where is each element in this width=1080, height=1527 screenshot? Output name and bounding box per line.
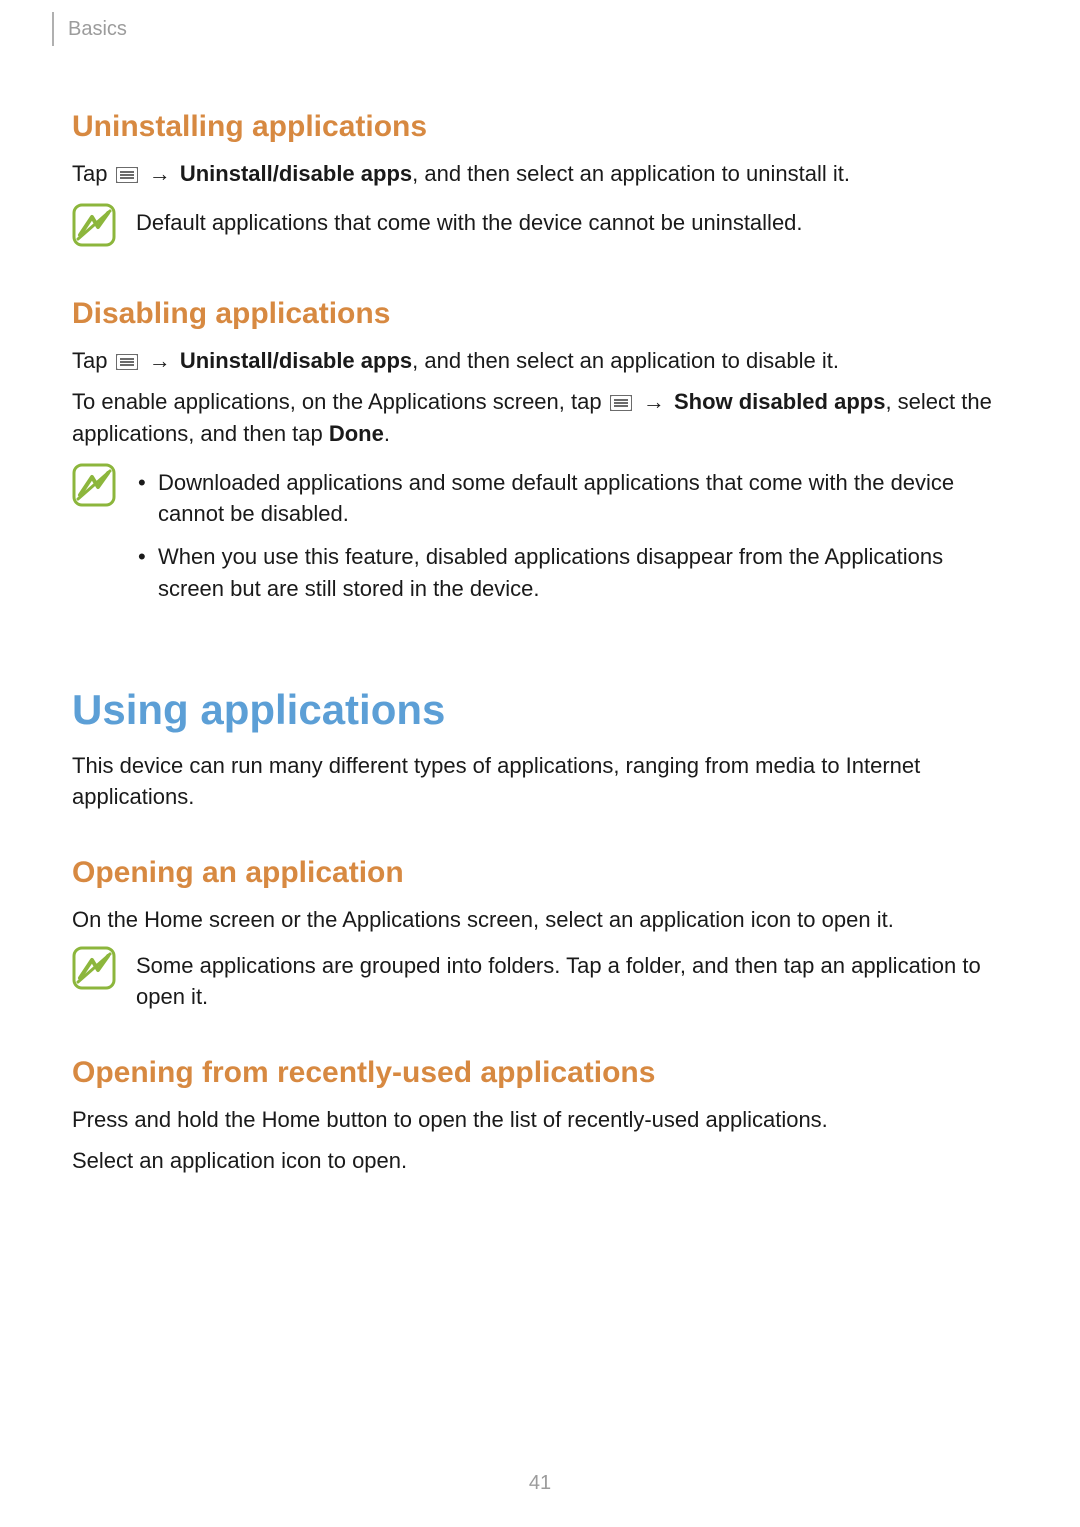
opening-body: On the Home screen or the Applications s… (72, 904, 1008, 935)
page-number: 41 (0, 1472, 1080, 1495)
note-icon (72, 463, 116, 507)
note-text-group: Downloaded applications and some default… (136, 463, 1008, 616)
recent-line1: Press and hold the Home button to open t… (72, 1104, 1008, 1135)
text-fragment: , and then select an application to unin… (412, 161, 850, 186)
page-content: Uninstalling applications Tap → Uninstal… (72, 110, 1008, 1177)
text-fragment: Tap (72, 161, 114, 186)
note-icon (72, 203, 116, 247)
text-bold: Done (329, 421, 384, 446)
heading-disabling: Disabling applications (72, 297, 1008, 331)
note-row: Default applications that come with the … (72, 203, 1008, 247)
breadcrumb-bar: Basics (52, 12, 127, 46)
arrow-icon: → (146, 158, 174, 189)
uninstalling-line1: Tap → Uninstall/disable apps, and then s… (72, 158, 1008, 189)
heading-recent: Opening from recently-used applications (72, 1056, 1008, 1090)
menu-icon (116, 354, 138, 370)
note-icon (72, 946, 116, 990)
disabling-line2: To enable applications, on the Applicati… (72, 386, 1008, 448)
note-bullet: Downloaded applications and some default… (136, 467, 1008, 529)
text-fragment: . (384, 421, 390, 446)
heading-uninstalling: Uninstalling applications (72, 110, 1008, 144)
disabling-line1: Tap → Uninstall/disable apps, and then s… (72, 345, 1008, 376)
text-bold: Uninstall/disable apps (180, 348, 412, 373)
text-bold: Uninstall/disable apps (180, 161, 412, 186)
text-fragment: , and then select an application to disa… (412, 348, 839, 373)
text-fragment: Tap (72, 348, 114, 373)
heading-opening: Opening an application (72, 856, 1008, 890)
arrow-icon: → (640, 386, 668, 417)
note-bullet: When you use this feature, disabled appl… (136, 541, 1008, 603)
heading-using-applications: Using applications (72, 686, 1008, 734)
menu-icon (116, 167, 138, 183)
text-bold: Show disabled apps (674, 389, 885, 414)
note-text: Some applications are grouped into folde… (136, 946, 1008, 1012)
menu-icon (610, 395, 632, 411)
note-row: Some applications are grouped into folde… (72, 946, 1008, 1012)
note-text: Default applications that come with the … (136, 203, 1008, 238)
text-fragment: To enable applications, on the Applicati… (72, 389, 608, 414)
using-intro: This device can run many different types… (72, 750, 1008, 812)
note-row: Downloaded applications and some default… (72, 463, 1008, 616)
recent-line2: Select an application icon to open. (72, 1145, 1008, 1176)
arrow-icon: → (146, 345, 174, 376)
breadcrumb-text: Basics (68, 18, 127, 41)
